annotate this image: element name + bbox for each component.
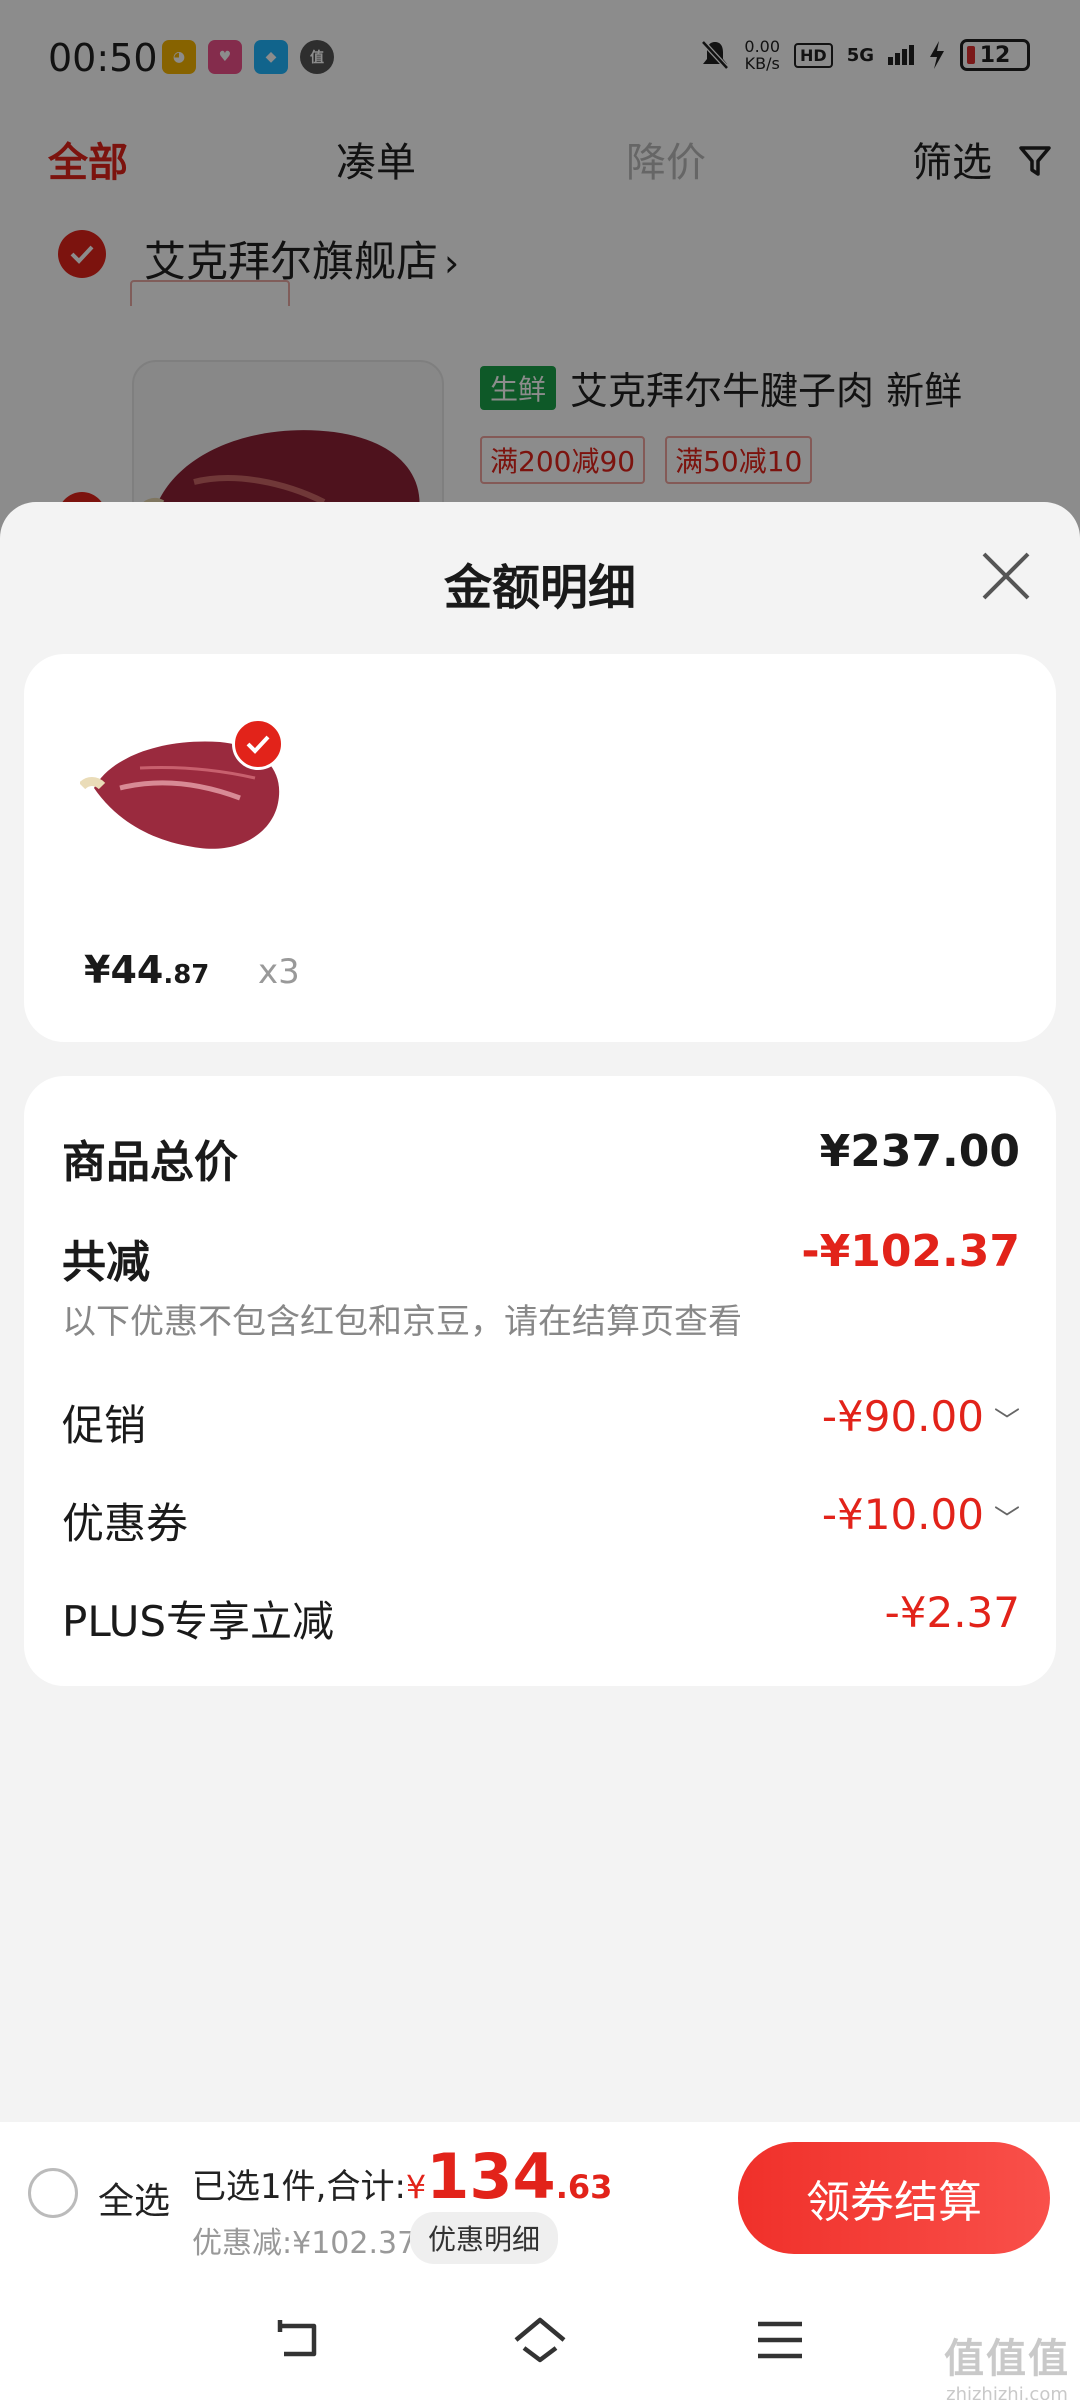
select-all-label[interactable]: 全选: [98, 2172, 170, 2224]
total-price-label: 商品总价: [62, 1137, 238, 1188]
promo-label: 促销: [62, 1401, 147, 1450]
coupon-label: 优惠券: [62, 1499, 189, 1548]
total-currency: ¥: [405, 2168, 427, 2206]
amount-summary-card: 商品总价 ¥237.00 共减 -¥102.37 以下优惠不包含红包和京豆，请在…: [24, 1076, 1056, 1686]
total-reduce-value: -¥102.37: [801, 1226, 1020, 1277]
close-icon[interactable]: [978, 548, 1034, 604]
total-price-value: ¥237.00: [819, 1126, 1020, 1177]
coupon-value: -¥10.00: [821, 1490, 984, 1539]
selected-count-text: 已选1件,合计:: [192, 2167, 406, 2207]
promo-value: -¥90.00: [821, 1392, 984, 1441]
total-reduce-label: 共减: [62, 1237, 150, 1288]
item-selected-check-icon: [232, 718, 284, 770]
item-price-currency: ¥: [84, 948, 111, 992]
select-all-radio[interactable]: [28, 2168, 78, 2218]
total-amount-int: 134: [426, 2140, 556, 2213]
plus-label: PLUS专享立减: [62, 1597, 335, 1646]
discount-text: 优惠减:¥102.37: [192, 2226, 417, 2261]
watermark: 值值值 zhizhizhi.com: [944, 2326, 1070, 2400]
dim-overlay[interactable]: [0, 0, 1080, 560]
sheet-title: 金额明细: [443, 560, 636, 616]
coupon-row[interactable]: -¥10.00 ﹀: [822, 1490, 1020, 1539]
selected-total: 已选1件,合计:¥134.63: [192, 2140, 612, 2213]
cart-page-background: 00:50 ◕ ♥ ◆ 值 0.00 KB/s HD 5G 12 全部 凑单 降…: [0, 0, 1080, 560]
amount-detail-sheet: 金额明细 ¥44.87 x3 商品总价 ¥237.00 共减 -¥102.37 …: [0, 502, 1080, 2122]
item-price-decimal: .87: [163, 960, 210, 990]
watermark-main: 值值值: [944, 2336, 1070, 2382]
item-quantity: x3: [258, 952, 300, 992]
home-icon[interactable]: [512, 2312, 568, 2368]
menu-icon[interactable]: [752, 2312, 808, 2368]
checkout-bar: 全选 已选1件,合计:¥134.63 优惠减:¥102.37 优惠明细 领券结算: [0, 2122, 1080, 2276]
plus-value: -¥2.37: [884, 1588, 1020, 1637]
selected-items-card: ¥44.87 x3: [24, 654, 1056, 1042]
item-price: ¥44.87: [84, 948, 209, 992]
item-price-int: 44: [110, 948, 164, 992]
promo-row[interactable]: -¥90.00 ﹀: [822, 1392, 1020, 1441]
back-icon[interactable]: [270, 2312, 326, 2368]
reduce-note: 以下优惠不包含红包和京豆，请在结算页查看: [62, 1302, 742, 1342]
discount-detail-button[interactable]: 优惠明细: [410, 2212, 559, 2264]
chevron-down-icon[interactable]: ﹀: [994, 1499, 1020, 1536]
system-nav-bar: 值值值 zhizhizhi.com: [0, 2276, 1080, 2400]
chevron-down-icon[interactable]: ﹀: [994, 1401, 1020, 1438]
watermark-sub: zhizhizhi.com: [946, 2384, 1068, 2400]
checkout-button[interactable]: 领券结算: [738, 2142, 1050, 2254]
total-amount-decimal: .63: [555, 2168, 613, 2206]
